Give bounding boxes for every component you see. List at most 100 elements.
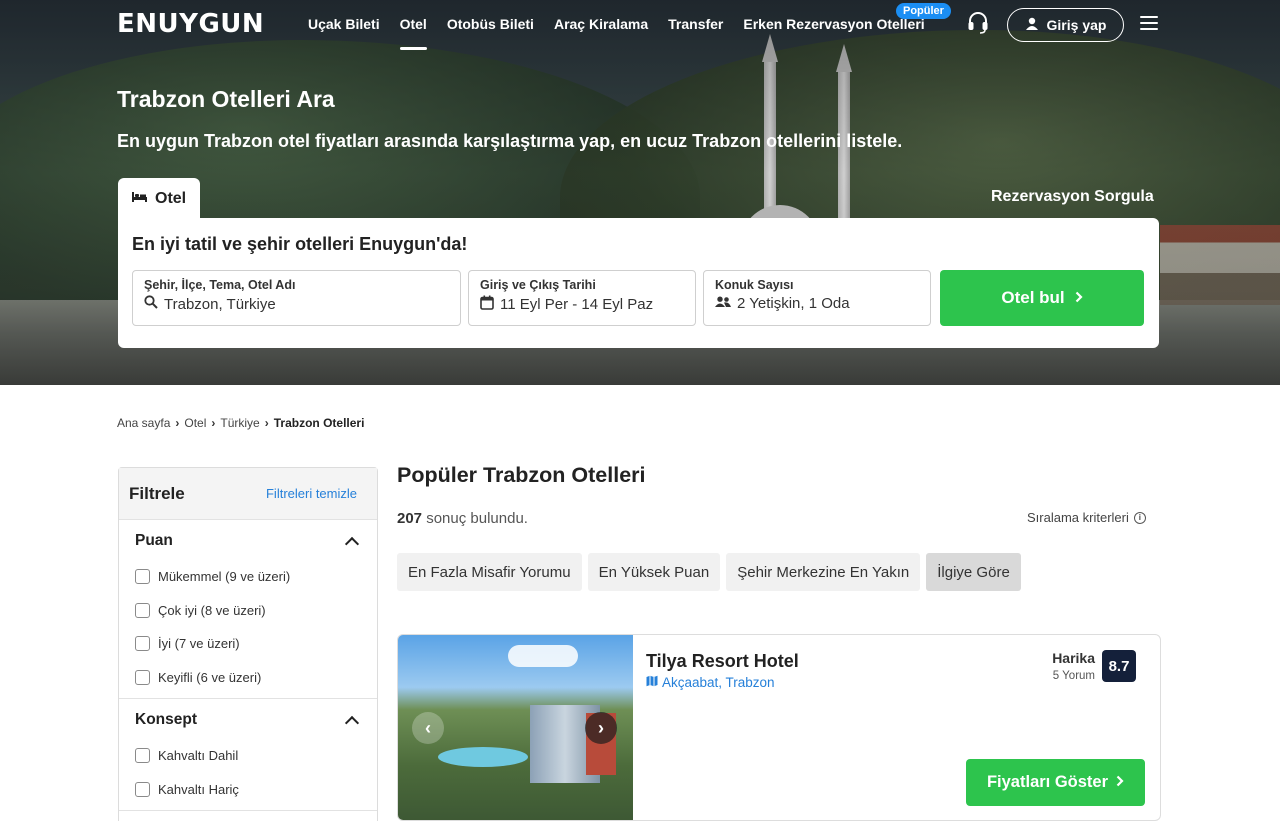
dates-value: 11 Eyl Per - 14 Eyl Paz [500,296,654,313]
filter-option-mukemmel[interactable]: Mükemmel (9 ve üzeri) [135,560,361,594]
photo-pool [438,747,528,767]
popular-badge: Popüler [896,3,951,19]
filter-title: Filtrele [129,483,185,503]
breadcrumb-turkiye[interactable]: Türkiye [220,416,259,430]
review-count[interactable]: 5 Yorum [1053,670,1095,682]
tab-otel-label: Otel [155,190,187,207]
filter-option-label: İyi (7 ve üzeri) [158,636,240,652]
filter-header: Filtrele Filtreleri temizle [119,468,377,520]
reservation-lookup-link[interactable]: Rezervasyon Sorgula [991,188,1154,206]
results-count-number: 207 [397,510,423,527]
filter-panel: Filtrele Filtreleri temizle Puan Mükemme… [118,467,378,821]
show-prices-label: Fiyatları Göster [986,773,1109,791]
filter-option-label: Kahvaltı Hariç [158,781,239,797]
tab-otel[interactable]: Otel [118,178,200,220]
filter-option-kahvalti-haric[interactable]: Kahvaltı Hariç [135,773,361,807]
chevron-right-icon: › [175,416,180,430]
breadcrumb-otel[interactable]: Otel [184,416,206,430]
breadcrumb: Ana sayfa › Otel › Türkiye › Trabzon Ote… [117,416,364,430]
dates-label: Giriş ve Çıkış Tarihi [480,278,596,292]
score-badge: 8.7 [1102,650,1136,682]
headset-icon[interactable] [967,11,989,35]
chevron-right-icon [1075,288,1083,308]
sort-criteria-link[interactable]: Sıralama kriterleri i [1027,510,1146,525]
guests-value: 2 Yetişkin, 1 Oda [737,295,850,312]
page-subtitle: En uygun Trabzon otel fiyatları arasında… [117,131,903,151]
filter-option-label: Mükemmel (9 ve üzeri) [158,569,291,585]
hotel-card[interactable]: ‹ › Tilya Resort Hotel Akçaabat, Trabzon… [397,634,1161,821]
photo-prev-button[interactable]: ‹ [412,712,444,744]
checkbox[interactable] [135,569,150,585]
filter-section-toggle[interactable]: Konsept [135,711,361,730]
map-icon [646,675,658,690]
chevron-up-icon [344,715,360,730]
filter-section-title: Puan [135,532,173,549]
hotel-name[interactable]: Tilya Resort Hotel [646,651,799,672]
main-nav: Uçak Bileti Otel Otobüs Bileti Araç Kira… [298,0,935,50]
hamburger-menu-icon[interactable] [1140,16,1158,30]
checkbox[interactable] [135,602,150,618]
guests-field[interactable]: Konuk Sayısı 2 Yetişkin, 1 Oda [703,270,931,326]
results-title: Popüler Trabzon Otelleri [397,463,646,487]
checkbox[interactable] [135,636,150,652]
filter-option-cok-iyi[interactable]: Çok iyi (8 ve üzeri) [135,594,361,628]
rating-word: Harika [1052,650,1095,666]
sort-options: En Fazla Misafir Yorumu En Yüksek Puan Ş… [397,553,1021,591]
nav-transfer[interactable]: Transfer [658,0,733,50]
checkbox[interactable] [135,669,150,685]
filter-option-label: Çok iyi (8 ve üzeri) [158,602,266,618]
hotel-location: Akçaabat, Trabzon [662,675,775,690]
sort-criteria-label: Sıralama kriterleri [1027,510,1129,525]
find-hotel-label: Otel bul [1001,288,1065,307]
filter-section-title: Konsept [135,711,197,728]
hotel-search-form: En iyi tatil ve şehir otelleri Enuygun'd… [118,218,1159,348]
nav-otel[interactable]: Otel [390,0,437,50]
filter-option-label: Keyifli (6 ve üzeri) [158,669,262,685]
people-icon [715,295,731,312]
bed-icon [132,190,147,208]
sort-highest-score[interactable]: En Yüksek Puan [587,553,721,591]
chevron-right-icon: › [211,416,216,430]
filter-section-toggle[interactable]: Puan [135,532,361,551]
filter-option-label: Kahvaltı Dahil [158,748,239,764]
checkbox[interactable] [135,781,150,797]
calendar-icon [480,295,494,314]
login-button[interactable]: Giriş yap [1007,8,1124,42]
login-label: Giriş yap [1046,17,1107,33]
hotel-photo[interactable]: ‹ › [398,635,633,820]
chevron-right-icon: › [264,416,269,430]
chevron-right-icon [1116,773,1124,792]
checkbox[interactable] [135,748,150,764]
find-hotel-button[interactable]: Otel bul [940,270,1144,326]
show-prices-button[interactable]: Fiyatları Göster [966,759,1145,806]
chevron-up-icon [344,536,360,551]
filter-section-konsept: Konsept Kahvaltı Dahil Kahvaltı Hariç [119,699,377,811]
hotel-location-link[interactable]: Akçaabat, Trabzon [646,675,775,690]
results-count: 207 sonuç bulundu. [397,510,528,527]
sort-closest-center[interactable]: Şehir Merkezine En Yakın [726,553,921,591]
destination-field[interactable]: Şehir, İlçe, Tema, Otel Adı Trabzon, Tür… [132,270,461,326]
search-icon [144,295,158,313]
clear-filters-link[interactable]: Filtreleri temizle [266,486,357,501]
filter-option-iyi[interactable]: İyi (7 ve üzeri) [135,627,361,661]
filter-section-puan: Puan Mükemmel (9 ve üzeri) Çok iyi (8 ve… [119,520,377,699]
filter-option-keyifli[interactable]: Keyifli (6 ve üzeri) [135,661,361,695]
destination-value: Trabzon, Türkiye [164,295,276,313]
photo-next-button[interactable]: › [585,712,617,744]
sort-most-reviews[interactable]: En Fazla Misafir Yorumu [397,553,582,591]
search-heading: En iyi tatil ve şehir otelleri Enuygun'd… [132,234,468,254]
photo-cloud [508,645,578,667]
dates-field[interactable]: Giriş ve Çıkış Tarihi 11 Eyl Per - 14 Ey… [468,270,696,326]
page-title: Trabzon Otelleri Ara [117,86,335,112]
nav-ucak-bileti[interactable]: Uçak Bileti [298,0,390,50]
user-icon [1025,17,1039,34]
sort-relevance[interactable]: İlgiye Göre [926,553,1021,591]
breadcrumb-current: Trabzon Otelleri [273,416,365,430]
filter-option-kahvalti-dahil[interactable]: Kahvaltı Dahil [135,739,361,773]
nav-otobus-bileti[interactable]: Otobüs Bileti [437,0,544,50]
guests-label: Konuk Sayısı [715,278,794,292]
enuygun-logo[interactable]: ENUYGUN [117,9,264,39]
nav-arac-kiralama[interactable]: Araç Kiralama [544,0,658,50]
breadcrumb-home[interactable]: Ana sayfa [117,416,170,430]
results-count-suffix: sonuç bulundu. [426,510,528,527]
